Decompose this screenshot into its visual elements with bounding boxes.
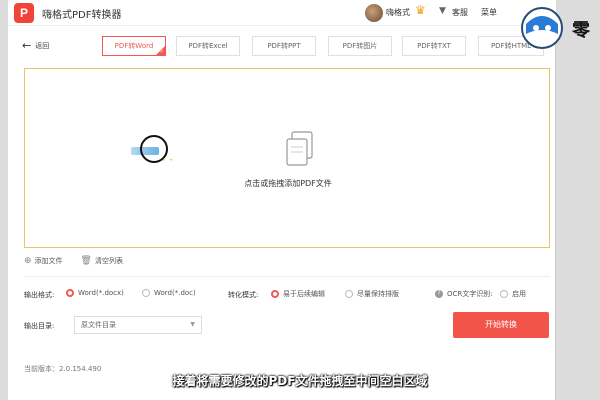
title-bar: P 嗨格式PDF转换器 嗨格式 ♛ ▼ 客服 菜单 [8,0,556,26]
tab-label: PDF转TXT [417,42,451,50]
help-icon[interactable]: ? [435,290,443,298]
plus-circle-icon: ⊕ [24,256,32,266]
crown-icon: ♛ [415,3,426,17]
radio-label: Word(*.docx) [78,289,124,297]
tab-label: PDF转图片 [342,42,378,50]
tab-label: PDF转Word [114,42,154,50]
radio-label: 易于后续编辑 [283,290,325,298]
back-button[interactable]: ← 返回 [22,40,49,51]
avatar[interactable] [365,4,383,22]
radio-ocr-enable[interactable]: 启用 [500,289,526,299]
app-logo: P [14,3,34,23]
tab-pdf-to-word[interactable]: PDF转Word ✓ [102,36,166,56]
radio-selected-icon [66,289,74,297]
chevron-down-icon[interactable]: ▼ [439,6,446,16]
menu-link[interactable]: 菜单 [481,7,497,18]
output-dir-select[interactable]: 原文件目录 ▼ [74,316,202,334]
divider [24,276,550,277]
check-icon: ✓ [159,49,164,55]
radio-keep-layout[interactable]: 尽量保持排版 [345,289,399,299]
tab-label: PDF转Excel [188,42,228,50]
tab-pdf-to-image[interactable]: PDF转图片 [328,36,392,56]
radio-unselected-icon [142,289,150,297]
radio-selected-icon [271,290,279,298]
clear-list-button[interactable]: 🗑 清空列表 [81,256,123,266]
username[interactable]: 嗨格式 [386,7,410,18]
convert-mode-label: 转化模式: [228,291,259,299]
chevron-down-icon: ▼ [190,321,195,328]
tab-pdf-to-excel[interactable]: PDF转Excel [176,36,240,56]
file-drop-zone[interactable]: 点击或拖拽添加PDF文件 • • [24,68,550,248]
radio-label: 尽量保持排版 [357,290,399,298]
file-actions: ⊕ 添加文件 🗑 清空列表 [24,256,123,266]
radio-word-docx[interactable]: Word(*.docx) [66,289,124,297]
radio-unselected-icon [500,290,508,298]
watermark-text: 零 [572,20,590,41]
customer-service-link[interactable]: 客服 [452,7,468,18]
add-file-button[interactable]: ⊕ 添加文件 [24,256,63,266]
tab-label: PDF转PPT [267,42,301,50]
radio-label: 启用 [512,290,526,298]
radio-label: Word(*.doc) [154,289,196,297]
ocr-label: OCR文字识别: [447,290,493,298]
clear-list-label: 清空列表 [94,257,123,265]
radio-unselected-icon [345,290,353,298]
arrow-left-icon: ← [22,39,32,52]
video-subtitle: 接着将需要修改的PDF文件拖拽至中间空白区域 [172,374,428,388]
output-dir-label: 输出目录: [24,322,55,330]
tab-pdf-to-txt[interactable]: PDF转TXT [402,36,466,56]
start-convert-button[interactable]: 开始转换 [453,312,549,338]
output-dir-value: 原文件目录 [81,321,116,329]
cursor-indicator: • • [162,157,174,164]
app-window: P 嗨格式PDF转换器 嗨格式 ♛ ▼ 客服 菜单 ← 返回 PDF转Word … [8,0,556,400]
tab-pdf-to-ppt[interactable]: PDF转PPT [252,36,316,56]
ocr-label-group: ? OCR文字识别: [435,289,493,299]
drop-hint-text: 点击或拖拽添加PDF文件 [244,179,332,188]
radio-easy-edit[interactable]: 易于后续编辑 [271,289,325,299]
app-title: 嗨格式PDF转换器 [42,10,122,21]
document-stack-icon [286,131,313,166]
output-format-label: 输出格式: [24,291,55,299]
mascot-logo-icon [521,7,563,49]
add-file-label: 添加文件 [34,257,63,265]
trash-icon: 🗑 [80,256,92,266]
radio-word-doc[interactable]: Word(*.doc) [142,289,196,297]
back-label: 返回 [35,41,50,50]
